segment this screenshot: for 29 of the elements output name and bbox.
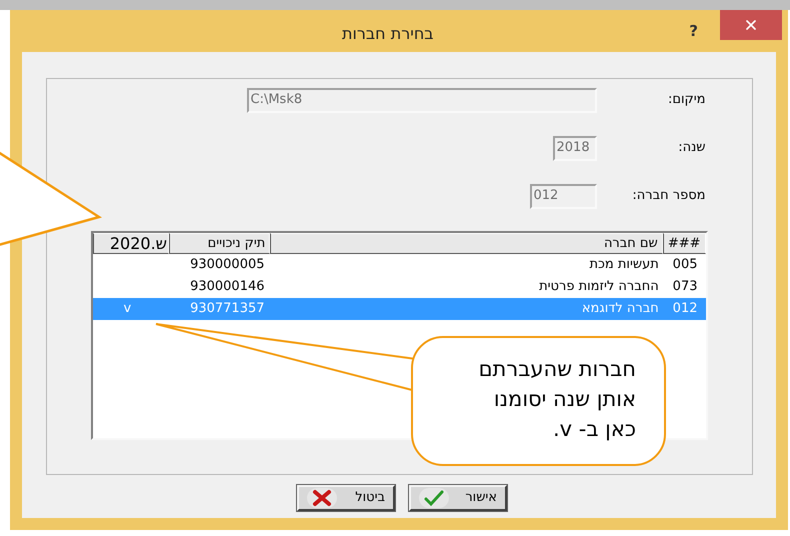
table-cell: v (124, 301, 132, 316)
table-cell-text: 930000005 (189, 256, 266, 274)
close-icon (743, 17, 759, 33)
table-cell-text: חברה לדוגמא (580, 300, 660, 318)
help-button[interactable]: ? (689, 20, 698, 42)
window-title: בחירת חברות (342, 23, 434, 45)
table-cell-text: תעשיות מכת (588, 256, 660, 274)
table-cell-text: 930771357 (189, 300, 266, 318)
callout-text: חברות שהעברתם אותן שנה יסומנו כאן ב- v. (478, 356, 636, 443)
table-cell-text: 012 (672, 300, 698, 318)
text-field[interactable]: C:\Msk8 (246, 88, 596, 112)
table-cell-text: 073 (672, 278, 698, 296)
column-header[interactable]: שם חברה (270, 233, 663, 254)
text-field[interactable]: 2018 (552, 136, 596, 160)
cancel-button[interactable]: ביטול (297, 485, 395, 511)
table-cell-text: 005 (672, 256, 698, 274)
checkmark-icon (423, 489, 445, 507)
table-cell-text: 930000146 (189, 278, 266, 296)
text-field[interactable]: 012 (530, 184, 596, 208)
column-header[interactable]: ### (662, 233, 706, 254)
column-header[interactable]: 2020.ש (92, 233, 169, 254)
ok-button[interactable]: אישור (409, 485, 507, 511)
close-button[interactable] (720, 10, 782, 40)
cross-icon (311, 489, 333, 507)
field-label: שנה: (677, 139, 706, 158)
table-cell-text: החברה ליזמות פרטית (538, 278, 660, 296)
column-header[interactable]: תיק ניכויים (169, 233, 270, 254)
field-label: מיקום: (666, 91, 706, 110)
field-label: מספר חברה: (631, 187, 706, 206)
